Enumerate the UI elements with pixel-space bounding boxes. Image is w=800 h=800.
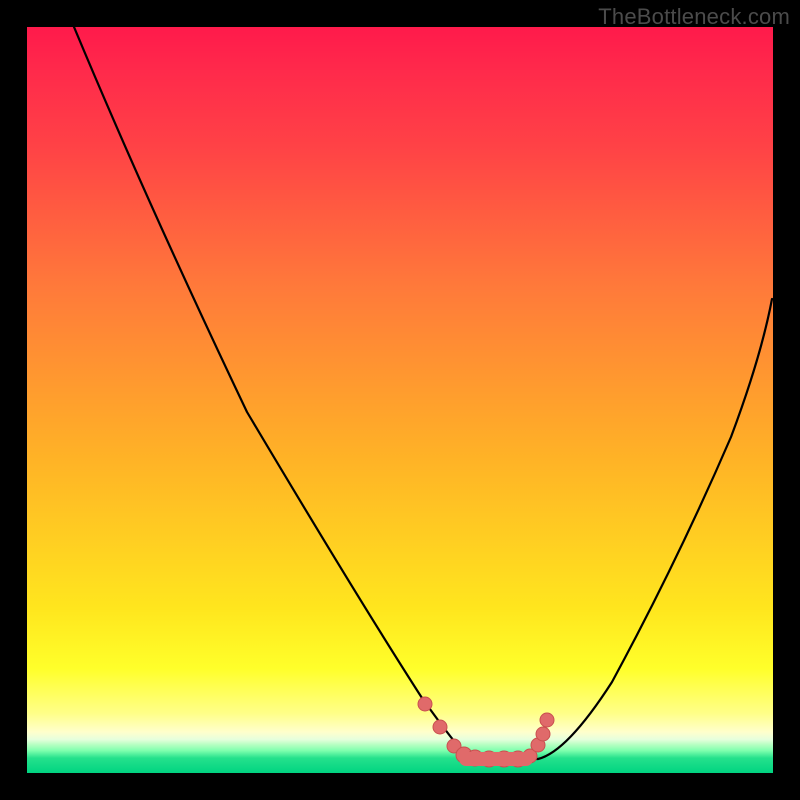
- curve-layer: [27, 27, 773, 773]
- right-curve: [538, 299, 772, 759]
- watermark-text: TheBottleneck.com: [598, 4, 790, 30]
- valley-band: [459, 752, 533, 766]
- left-curve: [74, 27, 469, 758]
- chart-frame: TheBottleneck.com: [0, 0, 800, 800]
- plot-area: [27, 27, 773, 773]
